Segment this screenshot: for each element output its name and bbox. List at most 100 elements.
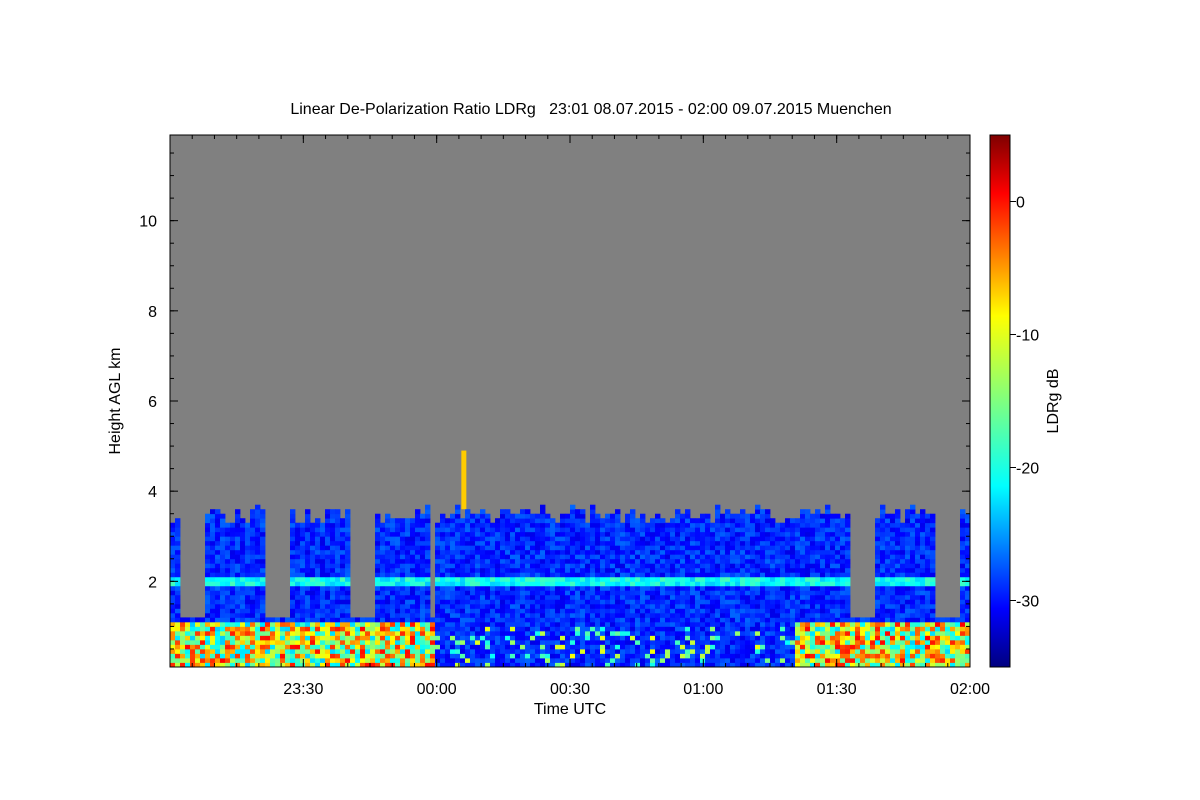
heatmap-cell: [220, 603, 226, 609]
heatmap-cell: [825, 513, 831, 519]
heatmap-cell: [735, 585, 741, 591]
heatmap-cell: [680, 531, 686, 537]
heatmap-cell: [535, 518, 541, 524]
heatmap-cell: [700, 554, 706, 560]
heatmap-cell: [395, 599, 401, 605]
heatmap-cell: [940, 639, 946, 645]
heatmap-cell: [685, 531, 691, 537]
heatmap-cell: [445, 563, 451, 569]
heatmap-cell: [955, 617, 961, 623]
heatmap-cell: [345, 554, 351, 560]
heatmap-cell: [815, 545, 821, 551]
heatmap-cell: [400, 612, 406, 618]
heatmap-cell: [710, 585, 716, 591]
heatmap-cell: [255, 599, 261, 605]
heatmap-cell: [725, 518, 731, 524]
heatmap-cell: [205, 657, 211, 663]
heatmap-cell: [695, 567, 701, 573]
heatmap-cell: [455, 576, 461, 582]
heatmap-cell: [210, 603, 216, 609]
heatmap-cell: [485, 594, 491, 600]
heatmap-cell: [465, 572, 471, 578]
heatmap-cell: [710, 626, 716, 632]
heatmap-cell: [315, 657, 321, 663]
heatmap-cell: [285, 621, 291, 627]
heatmap-cell: [515, 585, 521, 591]
heatmap-cell: [575, 603, 581, 609]
heatmap-cell: [545, 657, 551, 663]
heatmap-cell: [250, 585, 256, 591]
heatmap-cell: [415, 509, 421, 515]
heatmap-cell: [780, 639, 786, 645]
heatmap-cell: [885, 617, 891, 623]
heatmap-cell: [390, 644, 396, 650]
heatmap-cell: [710, 567, 716, 573]
heatmap-cell: [455, 536, 461, 542]
heatmap-cell: [450, 599, 456, 605]
heatmap-cell: [750, 527, 756, 533]
heatmap-cell: [500, 540, 506, 546]
heatmap-cell: [710, 621, 716, 627]
heatmap-cell: [660, 608, 666, 614]
heatmap-cell: [645, 626, 651, 632]
heatmap-cell: [590, 522, 596, 528]
heatmap-cell: [460, 608, 466, 614]
heatmap-cell: [695, 635, 701, 641]
heatmap-cell: [380, 536, 386, 542]
heatmap-cell: [285, 617, 291, 623]
heatmap-cell: [930, 608, 936, 614]
heatmap-cell: [595, 558, 601, 564]
heatmap-cell: [220, 576, 226, 582]
heatmap-cell: [480, 648, 486, 654]
heatmap-cell: [345, 608, 351, 614]
heatmap-cell: [365, 617, 371, 623]
heatmap-cell: [320, 612, 326, 618]
heatmap-cell: [690, 572, 696, 578]
heatmap-cell: [645, 599, 651, 605]
heatmap-cell: [485, 621, 491, 627]
heatmap-cell: [815, 630, 821, 636]
heatmap-cell: [555, 522, 561, 528]
heatmap-cell: [435, 536, 441, 542]
heatmap-cell: [215, 612, 221, 618]
heatmap-cell: [765, 518, 771, 524]
heatmap-cell: [385, 518, 391, 524]
heatmap-cell: [825, 558, 831, 564]
heatmap-cell: [320, 608, 326, 614]
heatmap-cell: [815, 576, 821, 582]
heatmap-cell: [700, 522, 706, 533]
heatmap-cell: [250, 599, 256, 605]
heatmap-cell: [775, 653, 781, 659]
heatmap-cell: [340, 590, 346, 596]
heatmap-cell: [230, 536, 236, 542]
heatmap-cell: [220, 594, 226, 600]
heatmap-cell: [530, 599, 536, 605]
heatmap-cell: [735, 536, 741, 542]
heatmap-cell: [530, 567, 536, 573]
heatmap-cell: [260, 644, 266, 650]
heatmap-cell: [560, 626, 566, 632]
heatmap-cell: [940, 621, 946, 627]
heatmap-cell: [425, 518, 431, 524]
heatmap-cell: [520, 581, 526, 587]
heatmap-cell: [250, 617, 256, 623]
heatmap-cell: [425, 572, 431, 578]
heatmap-cell: [750, 585, 756, 591]
heatmap-cell: [920, 536, 926, 542]
heatmap-cell: [395, 639, 401, 645]
heatmap-cell: [725, 576, 731, 582]
heatmap-cell: [275, 626, 281, 632]
heatmap-cell: [900, 527, 906, 533]
heatmap-cell: [810, 617, 816, 623]
heatmap-cell: [705, 612, 711, 618]
heatmap-cell: [215, 576, 221, 582]
heatmap-cell: [315, 531, 321, 537]
heatmap-cell: [205, 576, 211, 582]
heatmap-cell: [755, 504, 761, 510]
heatmap-cell: [660, 545, 666, 551]
heatmap-cell: [710, 635, 716, 641]
heatmap-cell: [835, 536, 841, 542]
heatmap-cell: [500, 527, 506, 533]
heatmap-cell: [500, 603, 506, 609]
heatmap-cell: [905, 527, 911, 533]
